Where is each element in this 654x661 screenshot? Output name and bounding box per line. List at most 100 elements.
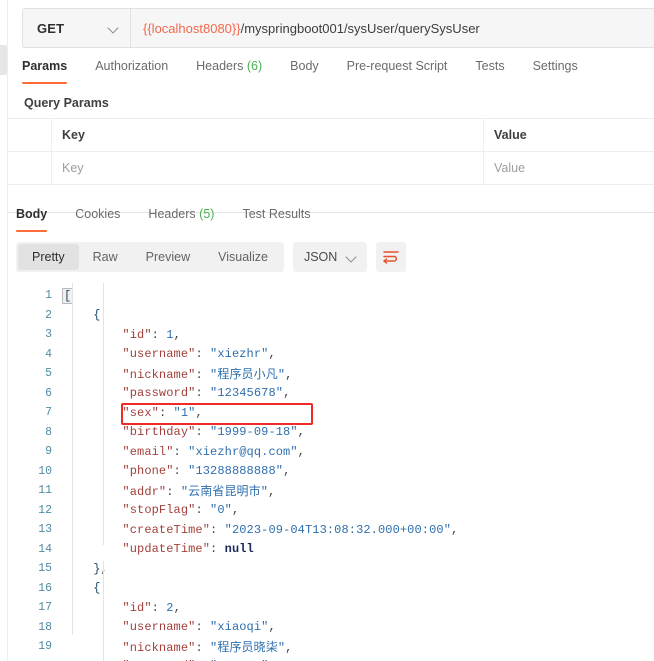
code-line: 14 "updateTime": null — [8, 540, 654, 560]
request-url-input[interactable]: {{localhost8080}}/myspringboot001/sysUse… — [131, 9, 654, 47]
tab-tests[interactable]: Tests — [475, 58, 518, 84]
code-token — [64, 562, 93, 576]
query-params-header-row: Key Value — [8, 119, 654, 152]
code-token: : — [195, 503, 210, 517]
code-token: "0" — [210, 503, 232, 517]
code-token: "username" — [122, 347, 195, 361]
code-token: "email" — [122, 445, 173, 459]
response-format-dropdown[interactable]: JSON — [293, 242, 367, 272]
view-mode-visualize[interactable]: Visualize — [204, 244, 282, 270]
table-row[interactable]: Key Value — [8, 152, 654, 185]
view-mode-preview[interactable]: Preview — [132, 244, 204, 270]
code-token: , — [268, 485, 275, 499]
row-checkbox-gutter[interactable] — [8, 152, 52, 184]
code-line-text: "createTime": "2023-09-04T13:08:32.000+0… — [64, 523, 654, 537]
sidebar-drag-handle[interactable] — [0, 45, 7, 75]
code-line: 10 "phone": "13288888888", — [8, 462, 654, 482]
code-token: "id" — [122, 601, 151, 615]
code-line-text: "password": "12345678", — [64, 386, 654, 400]
code-token: "1999-09-18" — [210, 425, 298, 439]
code-token: "password" — [122, 386, 195, 400]
code-line-text: "updateTime": null — [64, 542, 654, 556]
http-method-label: GET — [37, 21, 64, 36]
response-format-label: JSON — [304, 250, 337, 264]
code-token: "nickname" — [122, 368, 195, 382]
response-tab-headers[interactable]: Headers (5) — [148, 206, 228, 232]
code-line-text: "stopFlag": "0", — [64, 503, 654, 517]
code-token: "12345678" — [210, 386, 283, 400]
code-line-text: "id": 1, — [64, 328, 654, 342]
line-number: 9 — [8, 445, 64, 458]
line-number: 14 — [8, 543, 64, 556]
code-line: 6 "password": "12345678", — [8, 384, 654, 404]
code-token: , — [283, 386, 290, 400]
tab-params[interactable]: Params — [22, 58, 81, 84]
code-token: , — [298, 445, 305, 459]
line-number: 13 — [8, 523, 64, 536]
code-token: "13288888888" — [188, 464, 283, 478]
response-tab-bar: Body Cookies Headers (5) Test Results — [8, 206, 654, 236]
tab-pre-request-script[interactable]: Pre-request Script — [347, 58, 462, 84]
param-value-input[interactable]: Value — [484, 152, 654, 184]
response-tab-cookies-label: Cookies — [75, 207, 120, 221]
query-params-title: Query Params — [24, 96, 109, 110]
response-tab-body[interactable]: Body — [16, 206, 61, 232]
indent-guide-level-2b — [103, 561, 104, 661]
line-number: 6 — [8, 387, 64, 400]
tab-headers[interactable]: Headers (6) — [196, 58, 276, 84]
code-line: 9 "email": "xiezhr@qq.com", — [8, 442, 654, 462]
code-line: 16 { — [8, 579, 654, 599]
tab-pre-request-script-label: Pre-request Script — [347, 59, 448, 73]
tab-authorization[interactable]: Authorization — [95, 58, 182, 84]
code-token: : — [159, 406, 174, 420]
http-method-dropdown[interactable]: GET — [23, 9, 131, 47]
row-checkbox-gutter — [8, 119, 52, 151]
code-line: 7 "sex": "1", — [8, 403, 654, 423]
code-token: , — [451, 523, 458, 537]
line-number: 10 — [8, 465, 64, 478]
line-number: 16 — [8, 582, 64, 595]
code-token: "xiaoqi" — [210, 620, 268, 634]
tab-settings[interactable]: Settings — [533, 58, 592, 84]
view-mode-raw[interactable]: Raw — [79, 244, 132, 270]
tab-body[interactable]: Body — [290, 58, 333, 84]
code-token: "username" — [122, 620, 195, 634]
view-mode-pretty[interactable]: Pretty — [18, 244, 79, 270]
code-line-text: }, — [64, 562, 654, 576]
code-token: { — [93, 308, 100, 322]
code-token: , — [174, 601, 181, 615]
code-token: "程序员小凡" — [210, 368, 285, 382]
code-token: "stopFlag" — [122, 503, 195, 517]
column-header-key: Key — [52, 119, 484, 151]
param-key-input[interactable]: Key — [52, 152, 484, 184]
code-token: 1 — [166, 328, 173, 342]
line-number: 11 — [8, 484, 64, 497]
response-view-toolbar: Pretty Raw Preview Visualize JSON — [16, 241, 406, 273]
code-token: : — [195, 641, 210, 655]
code-token: "xiezhr" — [210, 347, 268, 361]
column-header-value: Value — [484, 119, 654, 151]
code-line-text: "phone": "13288888888", — [64, 464, 654, 478]
code-line-text: "username": "xiaoqi", — [64, 620, 654, 634]
code-line-text: "sex": "1", — [64, 406, 654, 420]
code-line-text: "email": "xiezhr@qq.com", — [64, 445, 654, 459]
request-tab-bar: Params Authorization Headers (6) Body Pr… — [22, 58, 654, 88]
response-body-code: 1[2 {3 "id": 1,4 "username": "xiezhr",5 … — [8, 282, 654, 661]
url-path-text: /myspringboot001/sysUser/querySysUser — [241, 21, 480, 36]
code-line: 11 "addr": "云南省昆明市", — [8, 481, 654, 501]
code-line-text: "nickname": "程序员晓柒", — [64, 638, 654, 655]
code-token — [64, 308, 93, 322]
chevron-down-icon — [108, 23, 118, 33]
wrap-text-button[interactable] — [376, 242, 406, 272]
tab-headers-label: Headers — [196, 59, 243, 73]
response-tab-test-results[interactable]: Test Results — [242, 206, 324, 232]
response-tab-test-results-label: Test Results — [242, 207, 310, 221]
code-line: 4 "username": "xiezhr", — [8, 345, 654, 365]
code-line: 19 "nickname": "程序员晓柒", — [8, 637, 654, 657]
response-body-viewer[interactable]: 1[2 {3 "id": 1,4 "username": "xiezhr",5 … — [8, 281, 654, 661]
line-number: 18 — [8, 621, 64, 634]
code-line: 17 "id": 2, — [8, 598, 654, 618]
response-tab-cookies[interactable]: Cookies — [75, 206, 134, 232]
tab-body-label: Body — [290, 59, 319, 73]
code-token: : — [195, 425, 210, 439]
